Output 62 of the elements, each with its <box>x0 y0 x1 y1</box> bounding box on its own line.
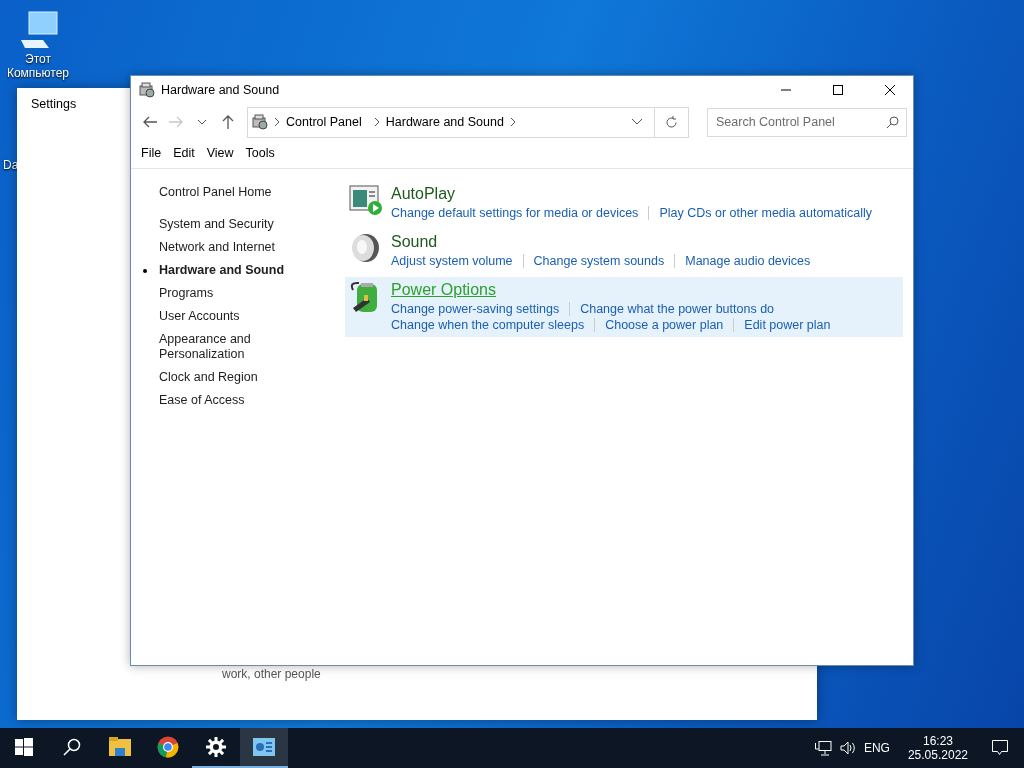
clock-date[interactable]: 25.05.2022 <box>907 748 968 762</box>
chevron-icon <box>373 118 380 126</box>
window-title: Settings <box>31 97 77 111</box>
task-link[interactable]: Change default settings for media or devices <box>391 206 639 220</box>
dropdown-caret-icon[interactable] <box>632 119 642 125</box>
up-arrow-icon <box>222 115 234 129</box>
taskbar-button[interactable] <box>240 728 288 768</box>
sidebar-item[interactable]: System and Security <box>143 217 274 232</box>
network-icon[interactable] <box>814 740 832 756</box>
task-link[interactable]: Manage audio devices <box>685 254 811 268</box>
search-icon[interactable] <box>886 115 899 129</box>
task-link[interactable]: Change when the computer sleeps <box>391 318 585 332</box>
menu-item[interactable]: Tools <box>239 146 281 168</box>
caret-icon <box>198 119 206 125</box>
settings-icon[interactable] <box>206 737 226 757</box>
maximize-icon <box>833 85 843 95</box>
search-icon[interactable] <box>63 738 81 756</box>
breadcrumb[interactable]: Hardware and Sound <box>379 115 510 129</box>
menu-item[interactable]: View <box>200 146 240 168</box>
menu-item[interactable]: Edit <box>167 146 201 168</box>
task-link[interactable]: Change power-saving settings <box>391 302 560 316</box>
task-link[interactable]: Change system sounds <box>533 254 665 268</box>
forward-arrow-icon <box>169 116 183 128</box>
window-title: Hardware and Sound <box>161 83 281 97</box>
sidebar-item[interactable]: Ease of Access <box>143 393 245 408</box>
autoplay-icon <box>349 184 383 216</box>
sidebar-item[interactable]: Appearance and Personalization <box>143 332 287 362</box>
browser-icon[interactable] <box>157 736 179 758</box>
notification-icon[interactable] <box>992 740 1008 756</box>
sidebar-item[interactable]: Network and Internet <box>143 240 276 255</box>
category-title[interactable]: AutoPlay <box>391 184 456 204</box>
sidebar-link[interactable]: Control Panel Home <box>159 185 272 199</box>
task-link[interactable]: Edit power plan <box>744 318 831 332</box>
desktop-icon-label[interactable]: Этот Компьютер <box>0 52 76 80</box>
task-link[interactable]: Change what the power buttons do <box>580 302 775 316</box>
refresh-icon[interactable] <box>665 115 678 129</box>
settings-text: work, other people <box>222 667 321 681</box>
task-link[interactable]: Choose a power plan <box>605 318 724 332</box>
clock-time[interactable]: 16:23 <box>922 734 953 748</box>
sidebar-item[interactable]: User Accounts <box>143 309 240 324</box>
windows-start-icon[interactable] <box>15 738 33 756</box>
breadcrumb[interactable]: Control Panel <box>280 115 368 129</box>
sidebar-item[interactable]: Programs <box>143 286 214 301</box>
language-indicator[interactable]: ENG <box>863 741 890 755</box>
back-arrow-icon <box>143 116 157 128</box>
desktop-icon-label[interactable]: Da <box>3 158 19 172</box>
menu-item[interactable]: File <box>135 146 168 168</box>
address-bar[interactable]: Control Panel Hardware and Sound <box>247 106 689 138</box>
task-link[interactable]: Play CDs or other media automatically <box>659 206 872 220</box>
chevron-icon <box>509 118 516 126</box>
control-panel-icon <box>252 114 268 130</box>
sidebar-item[interactable]: Hardware and Sound <box>143 263 285 278</box>
control-panel-icon[interactable] <box>253 738 275 756</box>
control-panel-icon <box>139 82 155 98</box>
search-field[interactable]: Search Control Panel <box>707 107 907 137</box>
close-icon <box>885 85 895 95</box>
speaker-icon[interactable] <box>839 741 856 755</box>
chevron-icon <box>274 118 280 126</box>
sidebar-item[interactable]: Clock and Region <box>143 370 258 385</box>
category-title[interactable]: Sound <box>391 232 438 252</box>
task-link[interactable]: Adjust system volume <box>391 254 513 268</box>
folder-icon[interactable] <box>109 737 131 757</box>
